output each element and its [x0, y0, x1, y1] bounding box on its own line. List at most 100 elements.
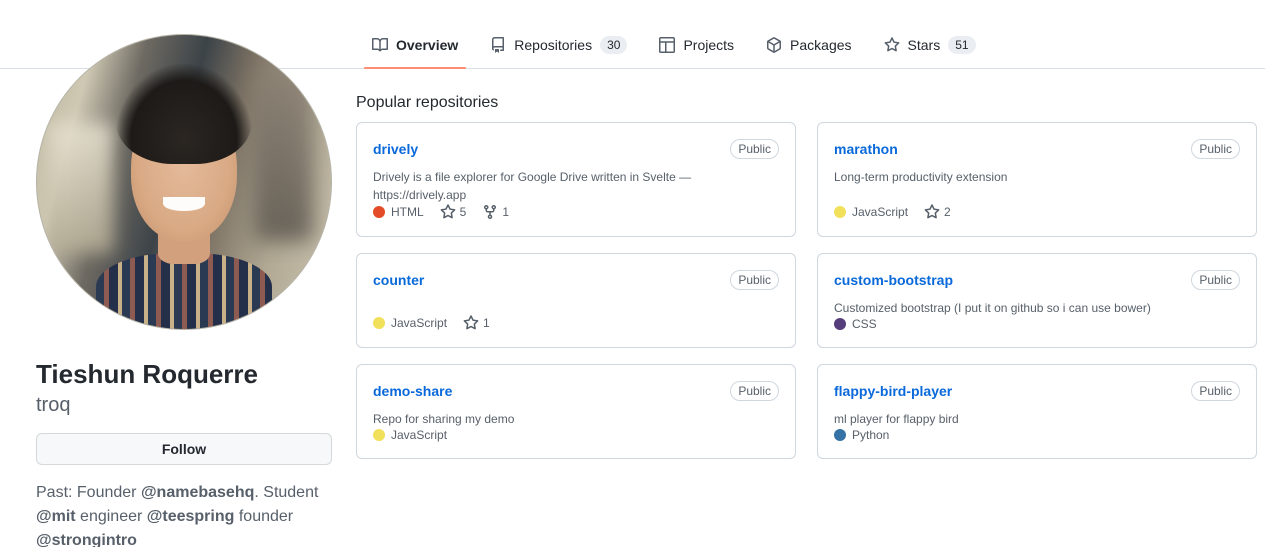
- repository-card: flappy-bird-player Public ml player for fl…: [817, 364, 1257, 459]
- repository-meta: Python: [834, 428, 1240, 442]
- repository-language: JavaScript: [373, 316, 447, 330]
- language-color-dot: [373, 206, 385, 218]
- visibility-badge: Public: [730, 139, 779, 159]
- repository-card: drively Public Drively is a file explorer …: [356, 122, 796, 237]
- nav-item-counter: 30: [600, 35, 628, 54]
- visibility-badge: Public: [1191, 270, 1240, 290]
- repository-language: JavaScript: [373, 428, 447, 442]
- repository-description: Drively is a file explorer for Google Dr…: [373, 170, 692, 202]
- language-color-dot: [834, 318, 846, 330]
- repository-card-header: counter Public: [373, 270, 779, 291]
- visibility-badge: Public: [730, 381, 779, 401]
- bio-text: Past: Founder: [36, 483, 141, 501]
- avatar-shirt: [95, 252, 273, 329]
- active-tab-underline: [364, 67, 467, 69]
- visibility-badge: Public: [730, 270, 779, 290]
- repository-card-header: marathon Public: [834, 139, 1240, 160]
- nav-item-overview[interactable]: Overview: [356, 20, 474, 69]
- book-icon: [372, 37, 388, 53]
- language-label: JavaScript: [391, 316, 448, 330]
- bio-mention[interactable]: @mit: [36, 508, 76, 525]
- star-icon: [884, 36, 900, 53]
- repository-card: marathon Public Long-term productivity ext…: [817, 122, 1257, 237]
- repository-description: Repo for sharing my demo: [373, 412, 515, 426]
- nav-item-repositories[interactable]: Repositories 30: [474, 20, 643, 69]
- popular-repositories-grid: drively Public Drively is a file explorer …: [356, 122, 1257, 459]
- avatar-bokeh-right: [254, 70, 314, 241]
- bio-mention[interactable]: @teespring: [147, 508, 235, 525]
- package-icon: [766, 36, 782, 53]
- nav-item-projects[interactable]: Projects: [643, 20, 750, 69]
- repository-description: Customized bootstrap (I put it on github…: [834, 301, 1151, 315]
- repository-card-header: demo-share Public: [373, 381, 779, 402]
- bio-text: founder: [234, 507, 294, 525]
- fork-count: 1: [502, 205, 510, 219]
- bio-text: engineer: [75, 507, 147, 525]
- nav-item-label: Packages: [790, 36, 852, 53]
- bio-mention[interactable]: @strongintro: [36, 532, 137, 547]
- repository-name-link[interactable]: demo-share: [373, 381, 452, 402]
- star-count: 5: [459, 205, 467, 219]
- popular-repositories-heading: Popular repositories: [356, 94, 499, 111]
- fork-icon: [482, 204, 498, 220]
- profile-name: Tieshun Roquerre: [36, 359, 259, 389]
- repository-meta: JavaScript 2: [834, 204, 1240, 220]
- repository-card: demo-share Public Repo for sharing my demo…: [356, 364, 796, 459]
- repository-description: ml player for flappy bird: [834, 412, 959, 426]
- profile-sidebar: Tieshun Roquerre troq Follow Past: Found…: [36, 34, 332, 547]
- language-color-dot: [834, 429, 846, 441]
- repository-card-header: custom-bootstrap Public: [834, 270, 1240, 291]
- follow-button[interactable]: Follow: [36, 432, 332, 465]
- repository-description: Long-term productivity extension: [834, 170, 1008, 184]
- repository-stars[interactable]: 2: [924, 204, 951, 220]
- github-profile-page: Overview Repositories 30 Projects Packages St…: [0, 0, 1265, 547]
- visibility-badge: Public: [1191, 381, 1240, 401]
- repository-name-link[interactable]: custom-bootstrap: [834, 270, 953, 291]
- avatar-bokeh-left: [48, 123, 114, 253]
- language-label: JavaScript: [391, 428, 448, 442]
- nav-item-label: Stars: [907, 36, 941, 53]
- nav-item-label: Projects: [683, 36, 735, 53]
- table-icon: [659, 36, 676, 53]
- avatar[interactable]: [36, 34, 332, 330]
- repository-meta: JavaScript 1: [373, 315, 779, 331]
- repository-meta: HTML 5 1: [373, 204, 779, 220]
- repository-name-link[interactable]: marathon: [834, 139, 898, 160]
- nav-item-stars[interactable]: Stars 51: [868, 20, 992, 69]
- language-label: Python: [852, 428, 890, 442]
- follow-button-label: Follow: [161, 440, 207, 457]
- repository-meta: CSS: [834, 317, 1240, 331]
- repository-card: counter Public JavaScript 1: [356, 253, 796, 348]
- repository-name-link[interactable]: drively: [373, 139, 418, 160]
- language-color-dot: [373, 429, 385, 441]
- language-label: JavaScript: [852, 205, 909, 219]
- bio-text: . Student: [254, 483, 319, 501]
- bio-mention[interactable]: @namebasehq: [141, 484, 254, 501]
- repo-icon: [490, 36, 506, 53]
- language-label: HTML: [391, 205, 424, 219]
- language-color-dot: [373, 317, 385, 329]
- repository-name-link[interactable]: flappy-bird-player: [834, 381, 952, 402]
- profile-login: troq: [36, 393, 71, 416]
- repository-stars[interactable]: 1: [463, 315, 490, 331]
- repository-name-link[interactable]: counter: [373, 270, 424, 291]
- nav-item-label: Repositories: [514, 36, 593, 53]
- repository-language: HTML: [373, 205, 424, 219]
- star-icon: [463, 315, 479, 331]
- repository-forks[interactable]: 1: [482, 204, 509, 220]
- repository-language: CSS: [834, 317, 877, 331]
- repository-language: JavaScript: [834, 205, 908, 219]
- profile-bio: Past: Founder @namebasehq. Student @mit …: [36, 481, 326, 547]
- profile-nav: Overview Repositories 30 Projects Packages St…: [356, 20, 992, 69]
- star-icon: [924, 204, 940, 220]
- nav-item-label: Overview: [396, 36, 459, 53]
- language-color-dot: [834, 206, 846, 218]
- language-label: CSS: [852, 317, 877, 331]
- nav-item-counter: 51: [948, 35, 976, 54]
- visibility-badge: Public: [1191, 139, 1240, 159]
- repository-language: Python: [834, 428, 889, 442]
- repository-stars[interactable]: 5: [440, 204, 467, 220]
- nav-item-packages[interactable]: Packages: [750, 20, 867, 69]
- star-count: 1: [483, 316, 490, 330]
- repository-card-header: flappy-bird-player Public: [834, 381, 1240, 402]
